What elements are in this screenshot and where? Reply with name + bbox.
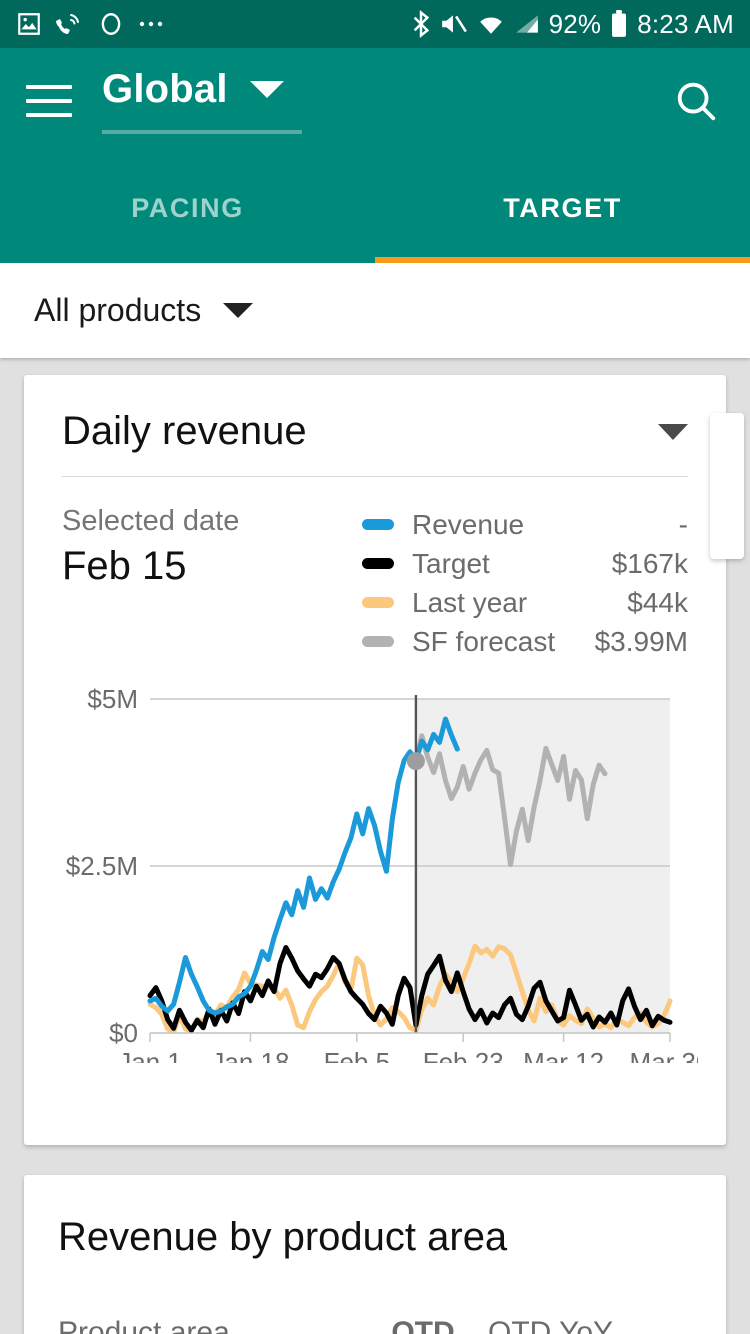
product-table-header: Product area QTD QTD YoY [58, 1316, 692, 1334]
legend-value-target: $167k [611, 547, 688, 579]
wifi-call-icon [56, 14, 79, 34]
chart-title: Daily revenue [62, 409, 307, 453]
image-icon [18, 13, 40, 35]
status-bar-left-icons [16, 11, 411, 37]
legend-swatch-sf-forecast [362, 636, 394, 647]
legend-label-last-year: Last year [412, 586, 528, 618]
svg-text:Jan 1: Jan 1 [118, 1047, 182, 1063]
svg-text:$5M: $5M [87, 684, 138, 714]
search-icon [677, 82, 716, 120]
phone-screen: 92% 8:23 AM Global PACING TARGET All pro… [0, 0, 750, 1334]
bluetooth-icon [413, 10, 429, 38]
legend-value-revenue: - [678, 508, 688, 540]
hamburger-menu-icon[interactable] [26, 84, 72, 117]
legend-item-sf-forecast[interactable]: SF forecast $3.99M [362, 622, 688, 661]
status-bar: 92% 8:23 AM [0, 0, 750, 48]
legend-item-revenue[interactable]: Revenue - [362, 505, 688, 544]
circle-icon [101, 13, 121, 35]
svg-text:Feb 23: Feb 23 [423, 1047, 504, 1063]
column-header-product-area: Product area [58, 1316, 230, 1334]
next-card-peek[interactable] [710, 413, 744, 559]
legend-swatch-last-year [362, 597, 394, 608]
product-filter-bar[interactable]: All products [0, 263, 750, 358]
caret-down-icon [223, 303, 254, 318]
legend-item-target[interactable]: Target $167k [362, 544, 688, 583]
selected-date-value: Feb 15 [62, 544, 187, 588]
caret-down-icon [249, 81, 284, 98]
svg-text:$2.5M: $2.5M [66, 851, 138, 881]
legend-label-target: Target [412, 547, 490, 579]
svg-text:$0: $0 [109, 1018, 138, 1048]
column-header-qtd-yoy: QTD YoY [488, 1316, 614, 1334]
chart-metric-selector[interactable]: Daily revenue [62, 409, 688, 477]
selected-date-label: Selected date [62, 505, 240, 537]
tab-bar: PACING TARGET [0, 153, 750, 263]
daily-revenue-chart[interactable]: $0 $2.5M $5M Jan 1 Jan 18 Feb 5 Feb 23 Mar 12 Ma… [58, 683, 698, 1063]
battery-icon [612, 10, 627, 37]
title-underline [102, 130, 302, 134]
svg-text:Feb 5: Feb 5 [324, 1047, 391, 1063]
app-bar: Global PACING TARGET [0, 48, 750, 263]
tab-pacing[interactable]: PACING [0, 153, 375, 263]
search-button[interactable] [668, 73, 724, 129]
legend-swatch-target [362, 558, 394, 569]
app-bar-top-row: Global [0, 48, 750, 153]
chart-svg[interactable]: $0 $2.5M $5M Jan 1 Jan 18 Feb 5 Feb 23 Mar 12 Ma… [58, 683, 698, 1063]
bottom-card-title: Revenue by product area [58, 1215, 508, 1259]
more-dots-icon [139, 21, 163, 27]
battery-percent: 92% [548, 8, 602, 39]
svg-text:Jan 18: Jan 18 [211, 1047, 289, 1063]
legend-value-sf-forecast: $3.99M [594, 625, 688, 657]
wifi-icon [479, 17, 502, 34]
tab-target[interactable]: TARGET [375, 153, 750, 263]
caret-down-icon [658, 423, 688, 440]
selected-date-block: Selected date Feb 15 [62, 505, 362, 661]
legend-value-last-year: $44k [627, 586, 688, 618]
app-title: Global [102, 67, 228, 111]
legend-label-sf-forecast: SF forecast [412, 625, 556, 657]
column-header-qtd: QTD [391, 1316, 455, 1334]
chart-info-row: Selected date Feb 15 Revenue - Target $1… [58, 477, 692, 661]
global-scope-selector[interactable]: Global [102, 67, 302, 134]
mute-icon [441, 15, 467, 33]
signal-icon [515, 15, 538, 33]
legend-swatch-revenue [362, 519, 394, 530]
product-filter-label: All products [34, 292, 202, 328]
legend-label-revenue: Revenue [412, 508, 525, 540]
status-bar-right-icons: 92% 8:23 AM [411, 9, 734, 40]
chart-legend: Revenue - Target $167k Last year $44k SF… [362, 505, 688, 661]
legend-item-last-year[interactable]: Last year $44k [362, 583, 688, 622]
svg-text:Mar 30: Mar 30 [630, 1047, 698, 1063]
revenue-by-product-area-card: Revenue by product area Product area QTD… [24, 1175, 726, 1334]
selection-marker [406, 752, 425, 771]
daily-revenue-card: Daily revenue Selected date Feb 15 Reven… [24, 375, 744, 1145]
scroll-content: Daily revenue Selected date Feb 15 Reven… [0, 358, 750, 1334]
svg-text:Mar 12: Mar 12 [523, 1047, 604, 1063]
clock-time: 8:23 AM [637, 8, 734, 39]
